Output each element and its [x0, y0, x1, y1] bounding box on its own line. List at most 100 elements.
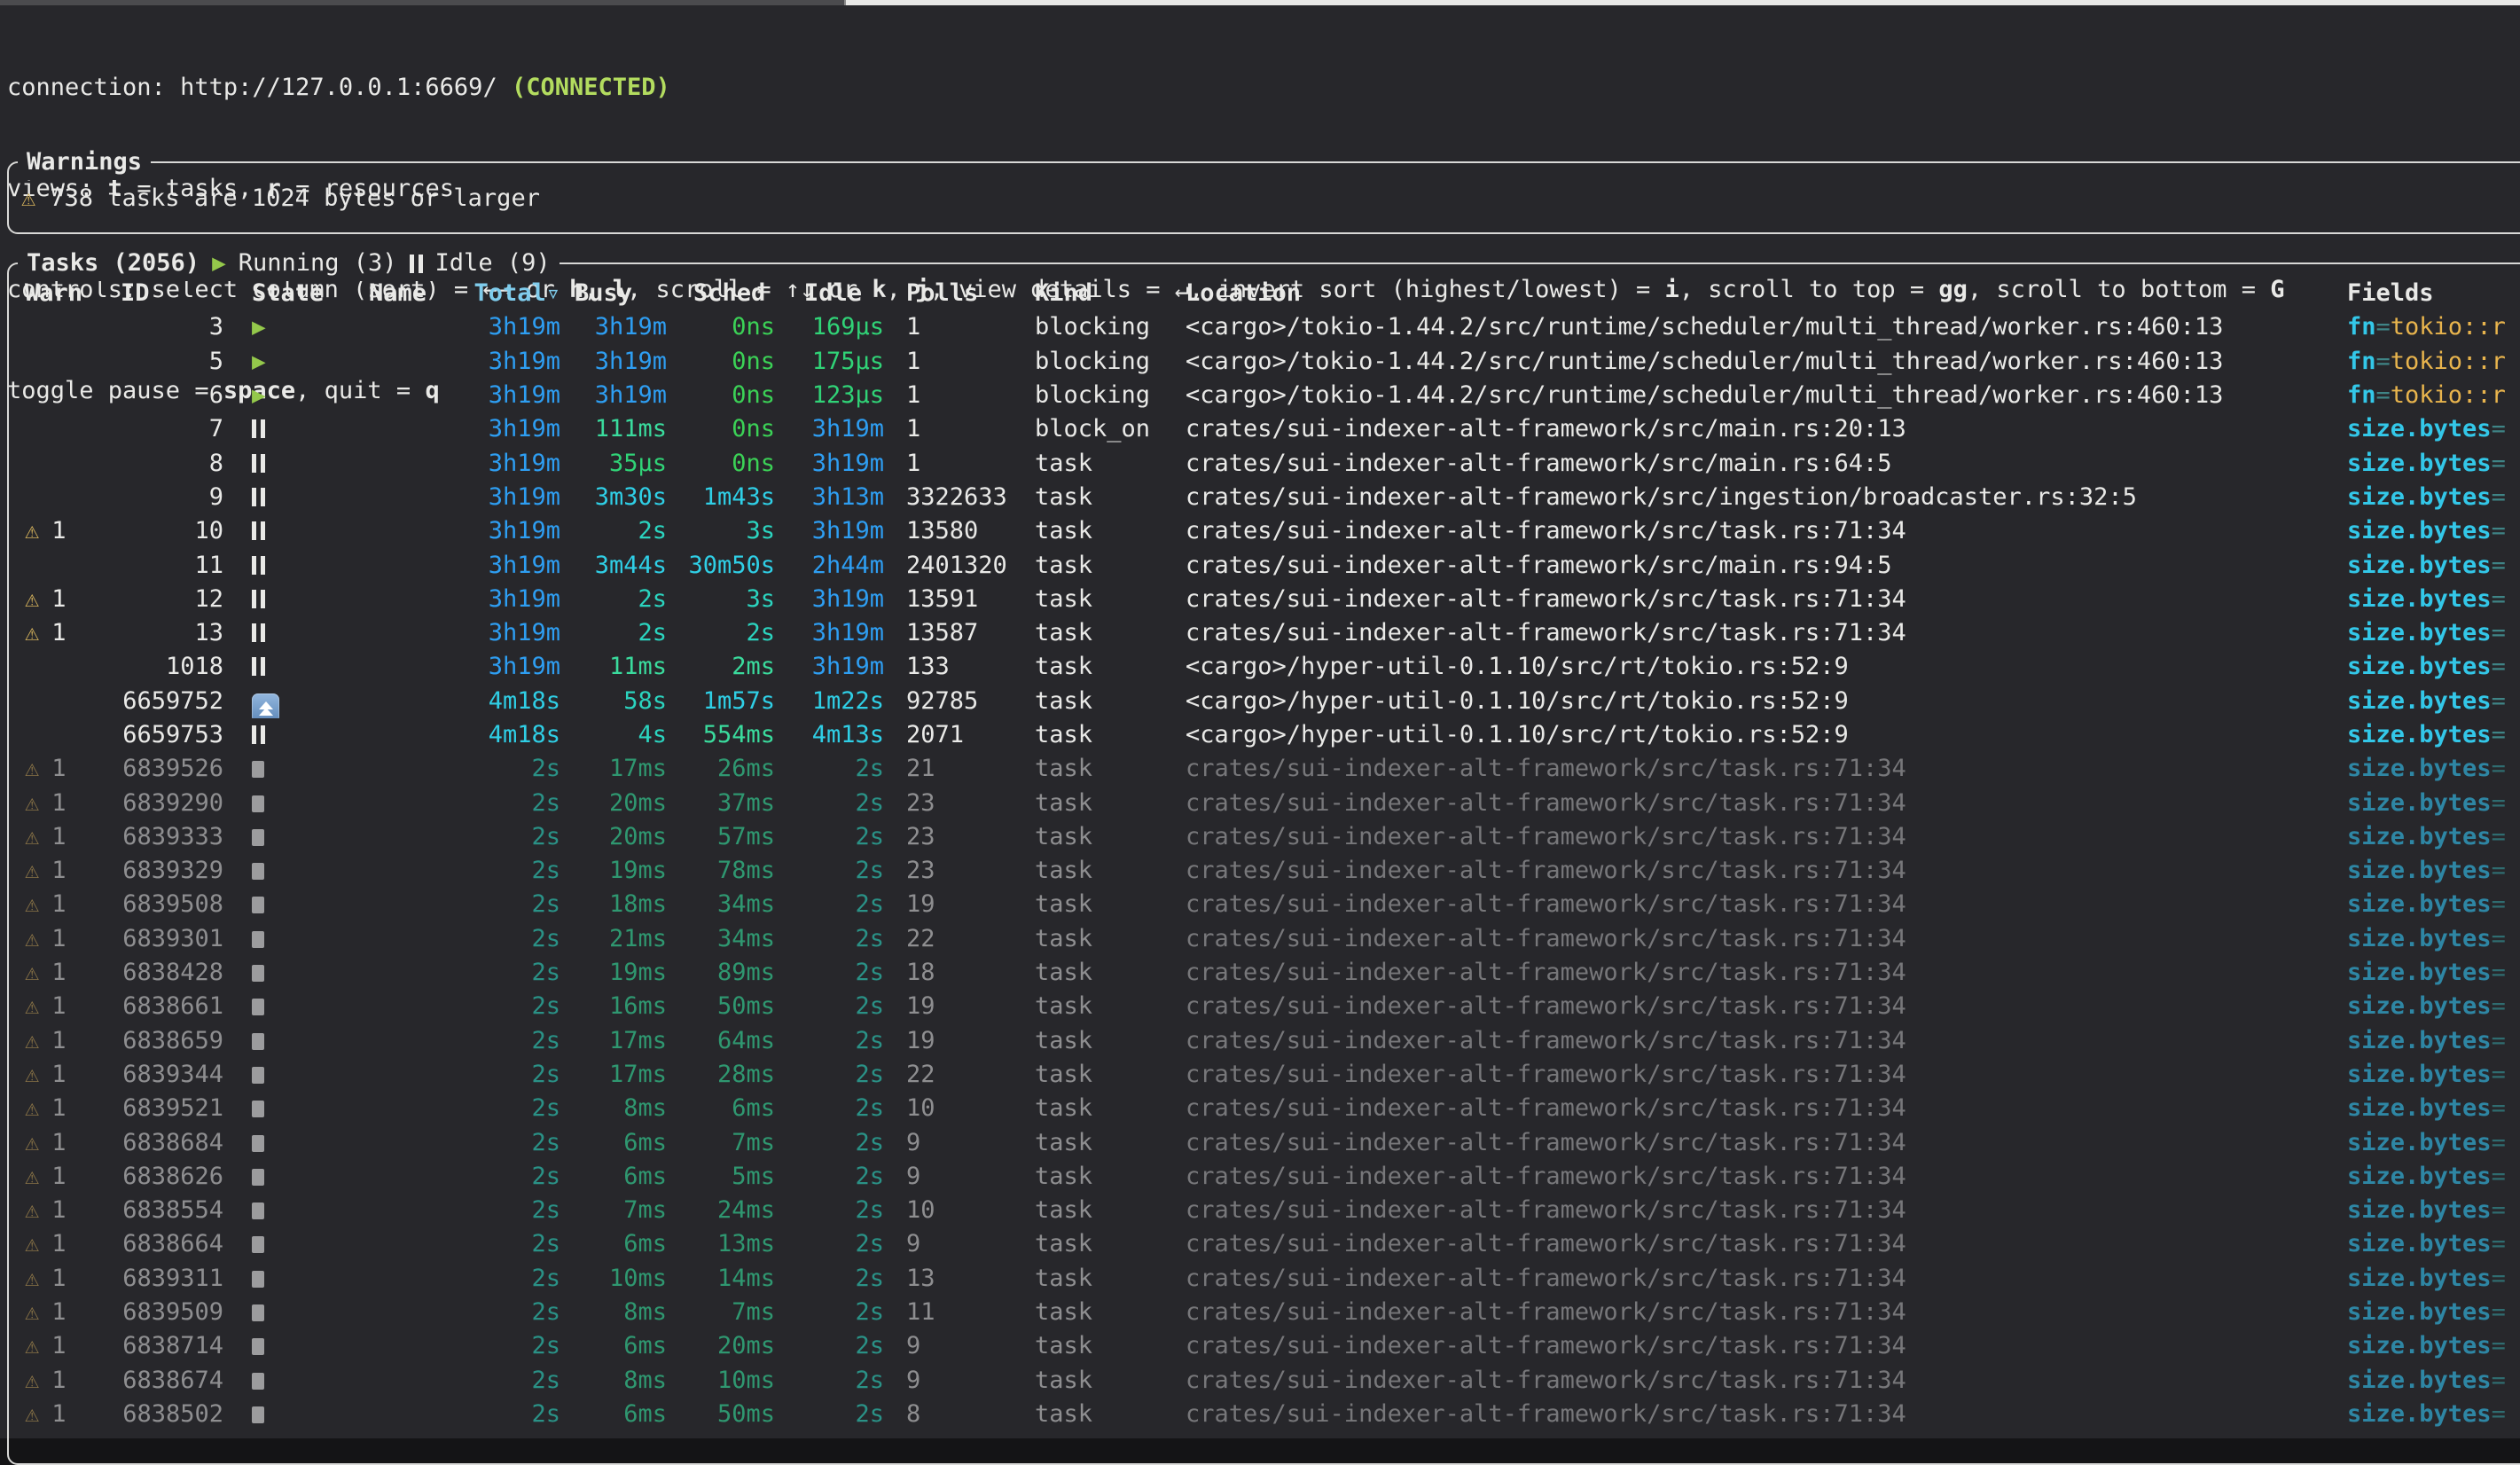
cell-total: 2s [429, 1262, 560, 1296]
cell-busy: 6ms [560, 1398, 667, 1431]
table-row[interactable]: ⚠168393332s20ms57ms2s23taskcrates/sui-in… [11, 820, 2520, 854]
col-header-location[interactable]: Location [1184, 277, 2345, 310]
col-header-fields[interactable]: Fields [2345, 277, 2520, 310]
col-header-total-sorted[interactable]: Total▿ [429, 277, 560, 310]
cell-busy: 8ms [560, 1092, 667, 1125]
table-row[interactable]: 6▶3h19m3h19m0ns123µs1blocking<cargo>/tok… [11, 379, 2520, 412]
col-header-polls[interactable]: Polls [884, 277, 1033, 310]
cell-total: 3h19m [429, 549, 560, 583]
cell-total: 3h19m [429, 481, 560, 514]
cell-busy: 19ms [560, 854, 667, 888]
cell-polls: 22 [884, 922, 1033, 956]
table-row[interactable]: ⚠1123h19m2s3s3h19m13591taskcrates/sui-in… [11, 583, 2520, 616]
table-row[interactable]: ⚠1133h19m2s2s3h19m13587taskcrates/sui-in… [11, 616, 2520, 650]
table-row[interactable]: ⚠168393112s10ms14ms2s13taskcrates/sui-in… [11, 1262, 2520, 1296]
cell-state [223, 685, 340, 718]
cell-busy: 6ms [560, 1160, 667, 1194]
table-row[interactable]: ⚠168393292s19ms78ms2s23taskcrates/sui-in… [11, 854, 2520, 888]
table-row[interactable]: 66597534m18s4s554ms4m13s2071task<cargo>/… [11, 718, 2520, 752]
cell-idle: 123µs [775, 379, 884, 412]
table-row[interactable]: ⚠168395212s8ms6ms2s10taskcrates/sui-inde… [11, 1092, 2520, 1125]
cell-kind: task [1033, 583, 1184, 616]
stopped-icon [252, 1169, 264, 1186]
cell-state [223, 1262, 340, 1296]
table-row[interactable]: ⚠168386612s16ms50ms2s19taskcrates/sui-in… [11, 990, 2520, 1023]
table-row[interactable]: ⚠168393442s17ms28ms2s22taskcrates/sui-in… [11, 1058, 2520, 1092]
col-header-name[interactable]: Name [340, 277, 429, 310]
table-row[interactable]: 73h19m111ms0ns3h19m1block_oncrates/sui-i… [11, 412, 2520, 446]
table-row[interactable]: ⚠1103h19m2s3s3h19m13580taskcrates/sui-in… [11, 514, 2520, 548]
table-row[interactable]: 66597524m18s58s1m57s1m22s92785task<cargo… [11, 685, 2520, 718]
table-row[interactable]: ⚠168395082s18ms34ms2s19taskcrates/sui-in… [11, 888, 2520, 921]
cell-id: 6838674 [96, 1364, 223, 1398]
col-header-state[interactable]: State [223, 277, 340, 310]
cell-polls: 1 [884, 310, 1033, 344]
table-row[interactable]: ⚠168387142s6ms20ms2s9taskcrates/sui-inde… [11, 1329, 2520, 1363]
cell-sched: 50ms [667, 990, 775, 1023]
cell-sched: 3s [667, 514, 775, 548]
cell-polls: 1 [884, 412, 1033, 446]
table-row[interactable]: ⚠168393012s21ms34ms2s22taskcrates/sui-in… [11, 922, 2520, 956]
cell-idle: 2s [775, 787, 884, 820]
table-row[interactable]: ⚠168386642s6ms13ms2s9taskcrates/sui-inde… [11, 1227, 2520, 1261]
table-row[interactable]: ⚠168386842s6ms7ms2s9taskcrates/sui-index… [11, 1125, 2520, 1159]
table-row[interactable]: ⚠168386592s17ms64ms2s19taskcrates/sui-in… [11, 1024, 2520, 1058]
cell-idle: 3h19m [775, 616, 884, 650]
cell-location: crates/sui-indexer-alt-framework/src/tas… [1184, 1227, 2345, 1261]
table-row[interactable]: ⚠168386742s8ms10ms2s9taskcrates/sui-inde… [11, 1364, 2520, 1398]
warning-icon: ⚠ [25, 1262, 39, 1296]
cell-id: 9 [96, 481, 223, 514]
table-row[interactable]: ⚠168384282s19ms89ms2s18taskcrates/sui-in… [11, 956, 2520, 990]
table-row[interactable]: ⚠168386262s6ms5ms2s9taskcrates/sui-index… [11, 1160, 2520, 1194]
table-row[interactable]: ⚠168385542s7ms24ms2s10taskcrates/sui-ind… [11, 1194, 2520, 1227]
cell-warn: ⚠1 [11, 820, 96, 854]
cell-polls: 11 [884, 1296, 1033, 1329]
cell-total: 2s [429, 1329, 560, 1363]
cell-state: ▶ [223, 310, 340, 344]
cell-polls: 23 [884, 820, 1033, 854]
warn-count: 1 [51, 1227, 66, 1261]
cell-busy: 11ms [560, 650, 667, 684]
table-row[interactable]: 5▶3h19m3h19m0ns175µs1blocking<cargo>/tok… [11, 345, 2520, 379]
col-header-idle[interactable]: Idle [775, 277, 884, 310]
cell-sched: 3s [667, 583, 775, 616]
col-header-warn[interactable]: Warn [11, 277, 96, 310]
table-row[interactable]: ⚠168392902s20ms37ms2s23taskcrates/sui-in… [11, 786, 2520, 819]
table-row[interactable]: 113h19m3m44s30m50s2h44m2401320taskcrates… [11, 548, 2520, 582]
cell-idle: 4m13s [775, 718, 884, 752]
cell-polls: 19 [884, 1024, 1033, 1058]
stopped-icon [252, 1304, 264, 1321]
table-row[interactable]: 83h19m35µs0ns3h19m1taskcrates/sui-indexe… [11, 446, 2520, 480]
cell-state [223, 956, 340, 990]
table-body: 3▶3h19m3h19m0ns169µs1blocking<cargo>/tok… [11, 310, 2520, 1431]
cell-polls: 1 [884, 379, 1033, 412]
table-row[interactable]: 93h19m3m30s1m43s3h13m3322633taskcrates/s… [11, 481, 2520, 514]
table-row[interactable]: 3▶3h19m3h19m0ns169µs1blocking<cargo>/tok… [11, 310, 2520, 344]
cell-total: 2s [429, 854, 560, 888]
cell-id: 6659753 [96, 718, 223, 752]
cell-kind: task [1033, 787, 1184, 820]
cell-id: 6838626 [96, 1160, 223, 1194]
table-row[interactable]: 10183h19m11ms2ms3h19m133task<cargo>/hype… [11, 650, 2520, 684]
cell-fields: size.bytes= [2345, 583, 2520, 616]
table-row[interactable]: ⚠168395262s17ms26ms2s21taskcrates/sui-in… [11, 752, 2520, 786]
tasks-panel-title: Tasks (2056) [27, 247, 200, 280]
cell-id: 8 [96, 447, 223, 481]
cell-total: 2s [429, 752, 560, 786]
cell-fields: size.bytes= [2345, 1329, 2520, 1363]
cell-state [223, 1398, 340, 1431]
col-header-id[interactable]: ID [96, 277, 223, 310]
cell-location: crates/sui-indexer-alt-framework/src/tas… [1184, 583, 2345, 616]
cell-idle: 2s [775, 1092, 884, 1125]
cell-location: crates/sui-indexer-alt-framework/src/tas… [1184, 1058, 2345, 1092]
col-header-kind[interactable]: Kind [1033, 277, 1184, 310]
col-header-sched[interactable]: Sched [667, 277, 775, 310]
table-row[interactable]: ⚠168385022s6ms50ms2s8taskcrates/sui-inde… [11, 1398, 2520, 1431]
cell-idle: 169µs [775, 310, 884, 344]
warning-icon: ⚠ [25, 1058, 39, 1092]
cell-id: 6838664 [96, 1227, 223, 1261]
cell-fields: size.bytes= [2345, 1364, 2520, 1398]
table-row[interactable]: ⚠168395092s8ms7ms2s11taskcrates/sui-inde… [11, 1296, 2520, 1329]
cell-idle: 2s [775, 1227, 884, 1261]
col-header-busy[interactable]: Busy [560, 277, 667, 310]
